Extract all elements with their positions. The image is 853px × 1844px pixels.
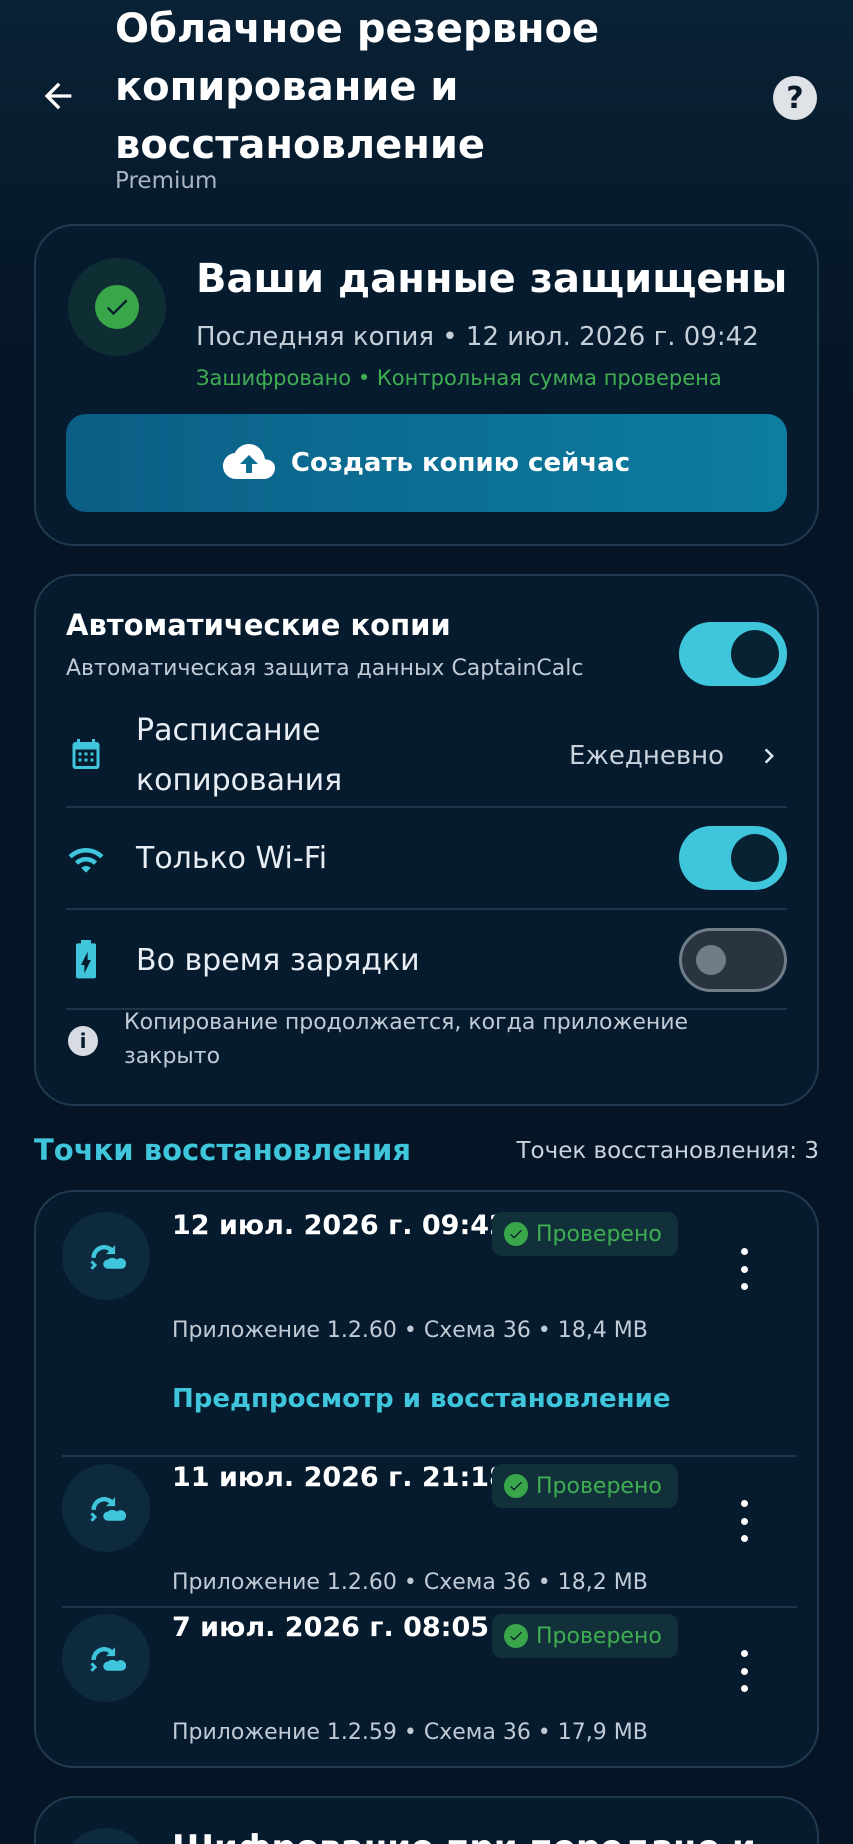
preview-restore-link[interactable]: Предпросмотр и восстановление <box>172 1384 671 1414</box>
help-label: ? <box>786 80 804 116</box>
more-vert-icon[interactable] <box>726 1496 762 1546</box>
background-info-text: Копирование продолжается, когда приложен… <box>124 1010 689 1069</box>
verification-text: Зашифровано • Контрольная сумма проверен… <box>196 366 722 390</box>
info-icon-glyph: i <box>79 1029 87 1053</box>
toggle-knob <box>731 834 779 882</box>
restore-points-card: 12 июл. 2026 г. 09:42 Проверено Приложен… <box>34 1190 819 1768</box>
auto-backup-title: Автоматические копии <box>66 608 451 642</box>
plan-label: Premium <box>115 168 218 194</box>
restore-point-meta: Приложение 1.2.60 • Схема 36 • 18,2 MB <box>172 1570 648 1595</box>
restore-point-meta: Приложение 1.2.60 • Схема 36 • 18,4 MB <box>172 1318 648 1343</box>
more-vert-icon[interactable] <box>726 1244 762 1294</box>
cloud-upload-icon <box>222 444 275 479</box>
back-button[interactable] <box>34 72 82 120</box>
cloud-restore-icon <box>62 1464 150 1552</box>
verified-badge: Проверено <box>492 1212 678 1256</box>
divider <box>62 1606 797 1608</box>
auto-backup-subtitle: Автоматическая защита данных CaptainCalc <box>66 656 584 681</box>
app-bar: Облачное резервное копирование и восстан… <box>0 0 853 210</box>
restore-point-date: 7 июл. 2026 г. 08:05 <box>172 1612 490 1643</box>
divider <box>66 806 787 808</box>
calendar-icon <box>66 734 106 774</box>
verified-badge-label: Проверено <box>536 1473 662 1499</box>
auto-backup-toggle[interactable] <box>679 622 787 686</box>
verified-badge: Проверено <box>492 1614 678 1658</box>
status-icon-container <box>68 258 166 356</box>
wifi-only-label: Только Wi-Fi <box>136 841 328 876</box>
charging-label: Во время зарядки <box>136 943 420 978</box>
wifi-icon <box>66 840 106 880</box>
auto-backup-card: Автоматические копии Автоматическая защи… <box>34 574 819 1106</box>
backup-restore-screen: Облачное резервное копирование и восстан… <box>0 0 853 1844</box>
more-vert-icon[interactable] <box>726 1646 762 1696</box>
restore-point-date: 12 июл. 2026 г. 09:42 <box>172 1210 508 1241</box>
backup-now-label: Создать копию сейчас <box>290 448 631 478</box>
chevron-right-icon[interactable] <box>754 738 784 778</box>
battery-charging-icon <box>66 940 106 980</box>
schedule-value[interactable]: Ежедневно <box>569 741 724 771</box>
check-icon <box>504 1474 528 1498</box>
toggle-knob <box>696 945 726 975</box>
charging-toggle[interactable] <box>679 928 787 992</box>
divider <box>62 1455 797 1457</box>
info-icon: i <box>68 1026 98 1056</box>
check-icon <box>95 285 139 329</box>
check-icon <box>504 1624 528 1648</box>
restore-point-meta: Приложение 1.2.59 • Схема 36 • 17,9 MB <box>172 1720 648 1745</box>
last-backup-text: Последняя копия • 12 июл. 2026 г. 09:42 <box>196 322 759 352</box>
help-icon[interactable]: ? <box>773 76 817 120</box>
status-title: Ваши данные защищены <box>196 256 788 302</box>
lock-icon <box>62 1828 150 1844</box>
back-arrow-icon <box>44 82 72 110</box>
wifi-only-toggle[interactable] <box>679 826 787 890</box>
page-title: Облачное резервное копирование и восстан… <box>115 6 600 168</box>
toggle-knob <box>731 630 779 678</box>
check-icon <box>504 1222 528 1246</box>
encryption-card: Шифрование при передаче и <box>34 1796 819 1844</box>
verified-badge-label: Проверено <box>536 1623 662 1649</box>
restore-point-date: 11 июл. 2026 г. 21:18 <box>172 1462 508 1493</box>
schedule-label: Расписание копирования <box>136 713 343 798</box>
restore-points-title: Точки восстановления <box>34 1133 411 1167</box>
cloud-restore-icon <box>62 1614 150 1702</box>
verified-badge: Проверено <box>492 1464 678 1508</box>
protection-status-card: Ваши данные защищены Последняя копия • 1… <box>34 224 819 546</box>
divider <box>66 908 787 910</box>
cloud-restore-icon <box>62 1212 150 1300</box>
verified-badge-label: Проверено <box>536 1221 662 1247</box>
restore-points-count: Точек восстановления: 3 <box>516 1138 819 1164</box>
encryption-title: Шифрование при передаче и <box>172 1828 756 1844</box>
backup-now-button[interactable]: Создать копию сейчас <box>66 414 787 512</box>
